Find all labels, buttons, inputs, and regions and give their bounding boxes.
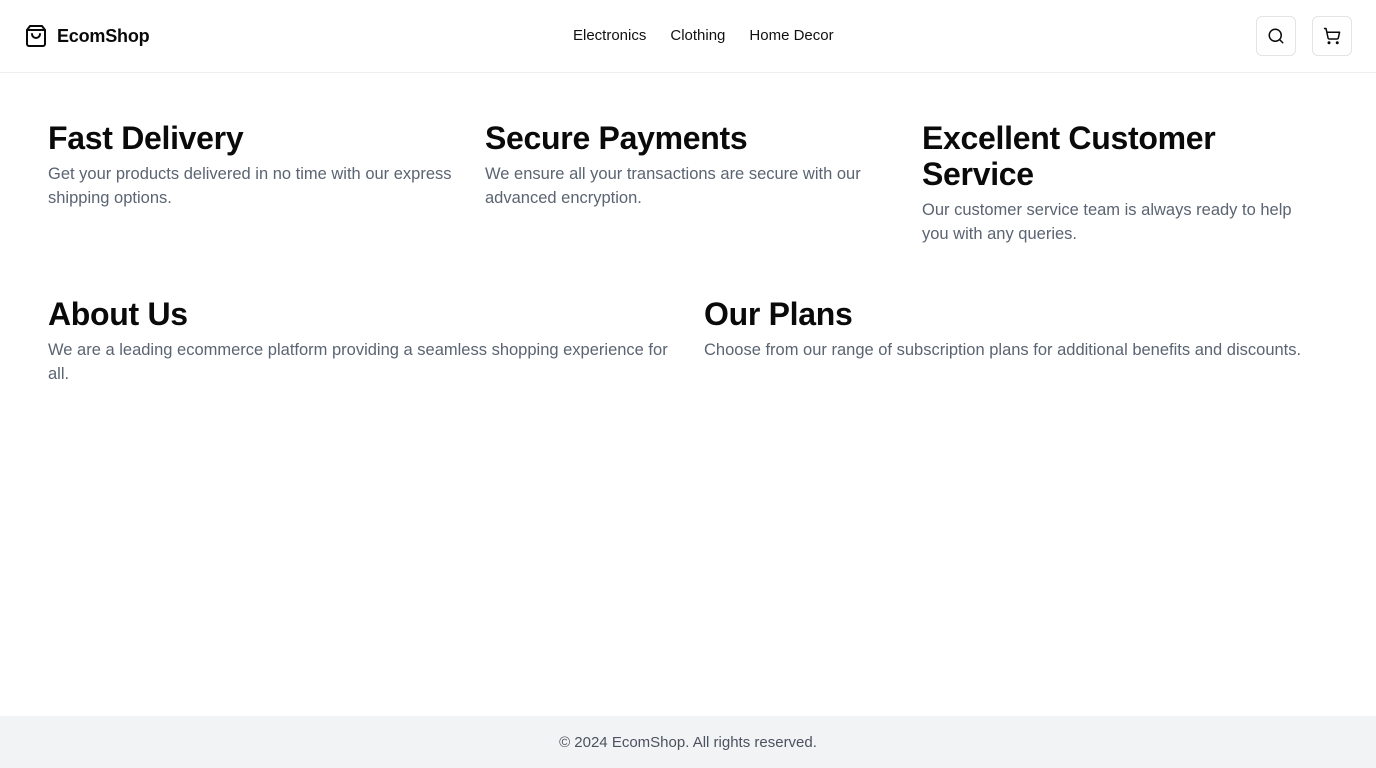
feature-title: Excellent Customer Service (922, 120, 1216, 192)
about-section: About Us We are a leading ecommerce plat… (48, 296, 678, 386)
feature-customer-service: Excellent Customer Service Our customer … (922, 120, 1322, 246)
about-title: About Us (48, 296, 188, 332)
main-nav: Electronics Clothing Home Decor (573, 26, 834, 46)
site-footer: © 2024 EcomShop. All rights reserved. (0, 716, 1376, 768)
plans-section: Our Plans Choose from our range of subsc… (704, 296, 1364, 362)
feature-secure-payments: Secure Payments We ensure all your trans… (485, 120, 895, 210)
nav-link-clothing[interactable]: Clothing (670, 26, 725, 46)
brand-link[interactable]: EcomShop (24, 23, 150, 49)
nav-link-home-decor[interactable]: Home Decor (749, 26, 833, 46)
feature-text: We ensure all your transactions are secu… (485, 165, 861, 207)
site-header: EcomShop Electronics Clothing Home Decor (0, 0, 1376, 73)
feature-title: Secure Payments (485, 120, 748, 156)
feature-text: Get your products delivered in no time w… (48, 165, 452, 207)
search-button[interactable] (1256, 16, 1296, 56)
plans-text: Choose from our range of subscription pl… (704, 341, 1302, 359)
about-text: We are a leading ecommerce platform prov… (48, 341, 668, 383)
cart-button[interactable] (1312, 16, 1352, 56)
copyright-text: © 2024 EcomShop. All rights reserved. (559, 733, 817, 751)
feature-text: Our customer service team is always read… (922, 201, 1292, 243)
plans-title: Our Plans (704, 296, 853, 332)
search-icon (1267, 27, 1285, 45)
feature-fast-delivery: Fast Delivery Get your products delivere… (48, 120, 458, 210)
shopping-bag-icon (24, 24, 48, 48)
feature-title: Fast Delivery (48, 120, 244, 156)
brand-name: EcomShop (57, 25, 150, 46)
shopping-cart-icon (1323, 27, 1341, 45)
nav-link-electronics[interactable]: Electronics (573, 26, 646, 46)
